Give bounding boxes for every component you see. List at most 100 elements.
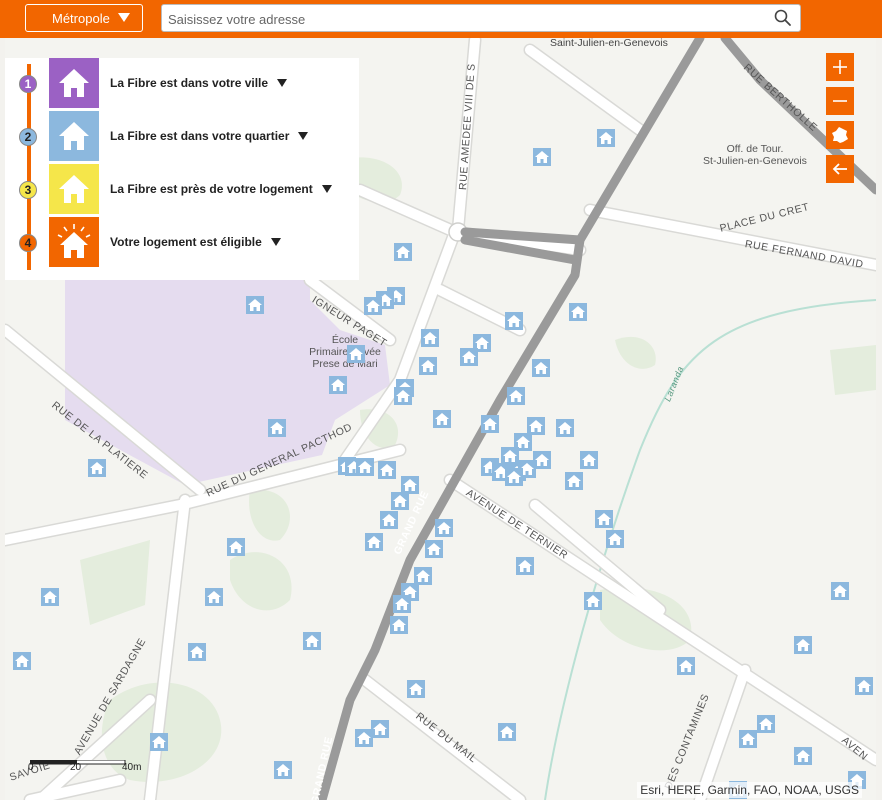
house-marker-icon[interactable] [394, 387, 412, 405]
house-marker-icon[interactable] [246, 296, 264, 314]
house-marker-icon[interactable] [505, 468, 523, 486]
house-marker-icon[interactable] [794, 636, 812, 654]
house-marker-icon[interactable] [527, 417, 545, 435]
house-marker-icon[interactable] [391, 492, 409, 510]
house-marker-icon[interactable] [501, 447, 519, 465]
house-marker-icon[interactable] [565, 472, 583, 490]
scale-label-zero: 0 [28, 762, 34, 773]
house-marker-icon[interactable] [435, 519, 453, 537]
house-marker-icon[interactable] [507, 387, 525, 405]
map-attribution: Esri, HERE, Garmin, FAO, NOAA, USGS [637, 782, 862, 798]
house-marker-icon[interactable] [597, 129, 615, 147]
legend-label-text: La Fibre est dans votre quartier [110, 129, 290, 143]
house-marker-icon[interactable] [205, 588, 223, 606]
house-marker-icon[interactable] [303, 632, 321, 650]
house-marker-icon[interactable] [407, 680, 425, 698]
house-marker-icon[interactable] [419, 357, 437, 375]
caret-down-icon [298, 132, 309, 140]
legend-tile-1 [49, 58, 99, 108]
house-marker-icon[interactable] [677, 657, 695, 675]
legend-item-label: La Fibre est dans votre quartier [110, 129, 309, 143]
back-button[interactable] [826, 155, 854, 183]
legend-item-eligible[interactable]: 4 Votre logement est éligible [5, 217, 359, 267]
house-marker-icon[interactable] [556, 419, 574, 437]
plus-icon [833, 60, 847, 74]
arrow-left-icon [832, 163, 847, 175]
house-marker-icon[interactable] [390, 616, 408, 634]
legend-step-2-badge: 2 [19, 128, 37, 146]
legend-item-label: Votre logement est éligible [110, 235, 281, 249]
legend-label-text: La Fibre est dans votre ville [110, 76, 269, 90]
house-marker-icon[interactable] [227, 538, 245, 556]
house-marker-icon[interactable] [378, 461, 396, 479]
house-marker-icon[interactable] [188, 643, 206, 661]
home-view-button[interactable] [826, 121, 854, 149]
house-marker-icon[interactable] [532, 359, 550, 377]
house-marker-icon[interactable] [414, 567, 432, 585]
house-marker-icon[interactable] [498, 723, 516, 741]
house-marker-icon[interactable] [274, 761, 292, 779]
legend-item-ville[interactable]: 1 La Fibre est dans votre ville [5, 58, 359, 108]
house-marker-icon[interactable] [481, 415, 499, 433]
house-marker-icon[interactable] [401, 476, 419, 494]
house-marker-icon[interactable] [433, 410, 451, 428]
house-marker-icon[interactable] [356, 458, 374, 476]
house-marker-icon[interactable] [505, 312, 523, 330]
house-icon [59, 69, 89, 97]
caret-down-icon [321, 185, 332, 193]
house-marker-icon[interactable] [584, 592, 602, 610]
house-marker-icon[interactable] [150, 733, 168, 751]
legend-step-3-badge: 3 [19, 181, 37, 199]
house-marker-icon[interactable] [13, 652, 31, 670]
house-marker-icon[interactable] [329, 376, 347, 394]
legend-item-quartier[interactable]: 2 La Fibre est dans votre quartier [5, 111, 359, 161]
legend-item-proche[interactable]: 3 La Fibre est près de votre logement [5, 164, 359, 214]
legend-tile-3 [49, 164, 99, 214]
house-marker-icon[interactable] [794, 747, 812, 765]
house-marker-icon[interactable] [533, 148, 551, 166]
scale-label-max: 40m [122, 762, 142, 773]
house-marker-icon[interactable] [460, 348, 478, 366]
house-marker-icon[interactable] [393, 595, 411, 613]
house-marker-icon[interactable] [371, 720, 389, 738]
house-marker-icon[interactable] [757, 715, 775, 733]
house-marker-icon[interactable] [855, 677, 873, 695]
house-marker-icon[interactable] [831, 582, 849, 600]
zoom-out-button[interactable] [826, 87, 854, 115]
house-marker-icon[interactable] [88, 459, 106, 477]
house-marker-icon[interactable] [421, 329, 439, 347]
search-input[interactable] [166, 8, 770, 30]
house-marker-icon[interactable] [41, 588, 59, 606]
legend-label-text: Votre logement est éligible [110, 235, 262, 249]
legend-tile-2 [49, 111, 99, 161]
search-icon[interactable] [774, 9, 792, 32]
scale-bar: 0 20 40m [28, 757, 160, 775]
region-select-label: Métropole [52, 10, 110, 26]
zoom-in-button[interactable] [826, 53, 854, 81]
house-marker-icon[interactable] [365, 533, 383, 551]
house-marker-icon[interactable] [425, 540, 443, 558]
legend-step-1-badge: 1 [19, 75, 37, 93]
house-marker-icon[interactable] [595, 510, 613, 528]
top-bar: Métropole [0, 0, 882, 38]
scale-label-mid: 20 [70, 762, 82, 773]
legend-tile-4 [49, 217, 99, 267]
house-marker-icon[interactable] [355, 729, 373, 747]
house-marker-icon[interactable] [516, 557, 534, 575]
house-icon [59, 122, 89, 150]
legend-label-text: La Fibre est près de votre logement [110, 182, 313, 196]
region-select[interactable]: Métropole [25, 4, 143, 32]
house-marker-icon[interactable] [364, 297, 382, 315]
house-marker-icon[interactable] [606, 530, 624, 548]
house-marker-icon[interactable] [394, 243, 412, 261]
caret-down-icon [270, 238, 281, 246]
house-sparkle-icon [57, 224, 91, 258]
chevron-down-icon [118, 13, 130, 22]
house-marker-icon[interactable] [380, 511, 398, 529]
france-map-icon [832, 127, 848, 143]
house-marker-icon[interactable] [739, 730, 757, 748]
house-marker-icon[interactable] [569, 303, 587, 321]
house-marker-icon[interactable] [347, 345, 365, 363]
house-marker-icon[interactable] [268, 419, 286, 437]
house-marker-icon[interactable] [580, 451, 598, 469]
